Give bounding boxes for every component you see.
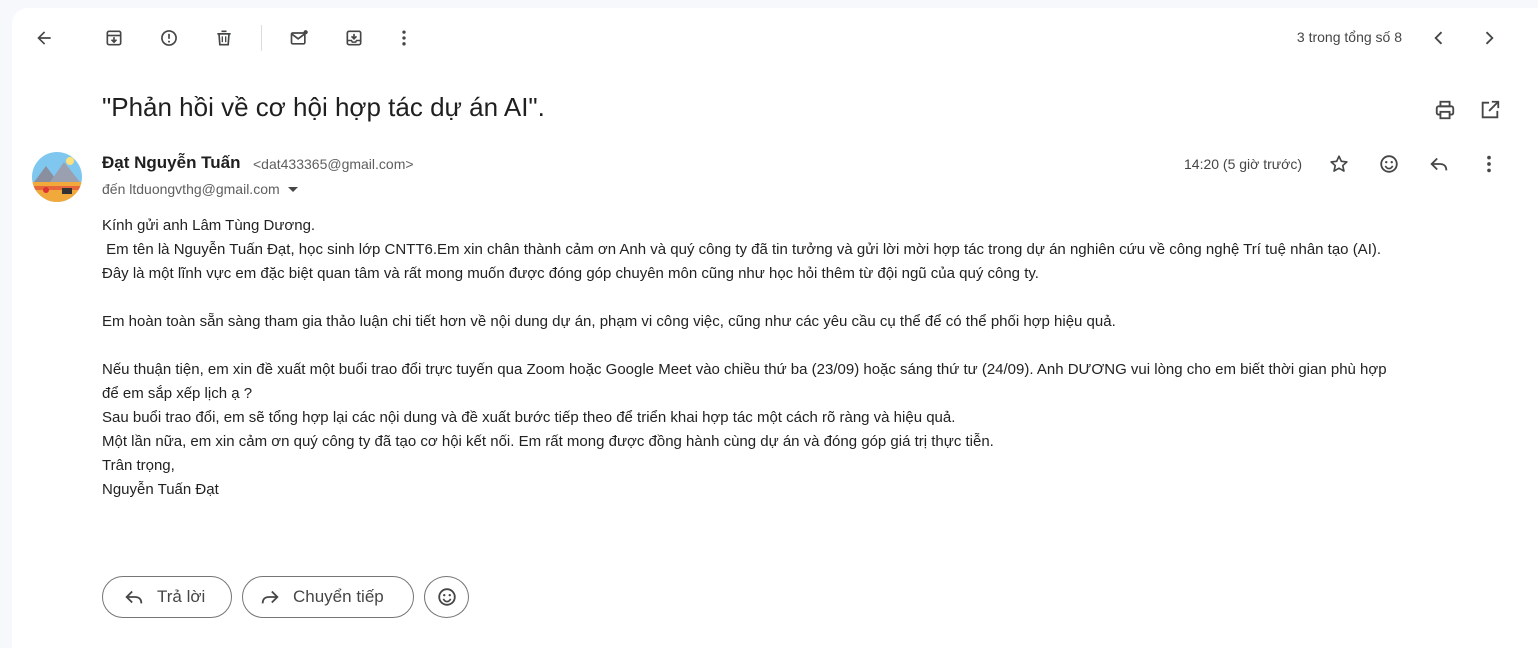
delete-button[interactable] xyxy=(204,18,244,58)
body-greeting: Kính gửi anh Lâm Tùng Dương. xyxy=(102,217,316,234)
arrow-left-icon xyxy=(37,31,51,45)
message-toolbar: 3 trong tổng số 8 xyxy=(12,8,1538,66)
add-reaction-button[interactable] xyxy=(1369,144,1409,184)
recipient-text: đến ltduongvthg@gmail.com xyxy=(102,181,280,197)
pager-count: 3 trong tổng số 8 xyxy=(1296,29,1402,45)
body-paragraph-3a: Nếu thuận tiện, em xin đề xuất một buổi … xyxy=(102,361,1387,378)
print-icon xyxy=(1435,100,1455,120)
message-time: 14:20 (5 giờ trước) xyxy=(1184,156,1302,172)
chevron-left-icon xyxy=(1434,31,1443,45)
forward-label: Chuyển tiếp xyxy=(293,587,384,606)
email-body: Kính gửi anh Lâm Tùng Dương. Em tên là N… xyxy=(102,214,1502,502)
report-spam-icon xyxy=(161,30,177,46)
chevron-right-icon xyxy=(1485,31,1494,45)
message-view: 3 trong tổng số 8 "Phản hồi về cơ hội hợ… xyxy=(12,8,1538,648)
body-paragraph-1b: Đây là một lĩnh vực em đặc biệt quan tâm… xyxy=(102,265,1039,282)
message-more-button[interactable] xyxy=(1469,144,1509,184)
body-signature: Nguyễn Tuấn Đạt xyxy=(102,481,219,498)
body-paragraph-1a: Em tên là Nguyễn Tuấn Đạt, học sinh lớp … xyxy=(102,241,1382,258)
report-spam-button[interactable] xyxy=(149,18,189,58)
reply-icon-button[interactable] xyxy=(1419,144,1459,184)
archive-icon xyxy=(106,30,122,46)
newer-button[interactable] xyxy=(1419,18,1459,58)
archive-button[interactable] xyxy=(94,18,134,58)
sender-avatar[interactable] xyxy=(32,152,82,202)
mark-unread-button[interactable] xyxy=(279,18,319,58)
body-paragraph-5: Một lần nữa, em xin cảm ơn quý công ty đ… xyxy=(102,433,994,450)
reply-button[interactable]: Trả lời xyxy=(102,576,232,618)
emoji-icon xyxy=(1380,155,1398,173)
forward-icon xyxy=(261,590,279,604)
star-icon xyxy=(1330,155,1348,172)
reply-icon xyxy=(125,590,143,604)
open-in-new-icon xyxy=(1481,100,1500,119)
emoji-react-button[interactable] xyxy=(424,576,469,618)
reply-label: Trả lời xyxy=(157,587,206,606)
sender-email: <dat433365@gmail.com> xyxy=(253,156,414,172)
print-button[interactable] xyxy=(1425,90,1465,130)
more-vert-icon xyxy=(1487,155,1491,173)
trash-icon xyxy=(217,30,231,46)
emoji-icon xyxy=(437,588,456,606)
move-to-button[interactable] xyxy=(334,18,374,58)
avatar-image-icon xyxy=(32,152,82,202)
email-subject: "Phản hồi về cơ hội hợp tác dự án AI". xyxy=(102,92,545,122)
body-paragraph-3b: để em sắp xếp lịch ạ ? xyxy=(102,385,253,402)
mark-unread-icon xyxy=(290,30,308,45)
more-vert-icon xyxy=(402,30,406,46)
move-to-icon xyxy=(346,30,362,46)
sender-name: Đạt Nguyễn Tuấn xyxy=(102,153,241,172)
body-closing: Trân trọng, xyxy=(102,457,175,474)
recipient-line[interactable]: đến ltduongvthg@gmail.com xyxy=(102,181,298,197)
body-paragraph-4: Sau buổi trao đổi, em sẽ tổng hợp lại cá… xyxy=(102,409,956,426)
reply-icon xyxy=(1430,157,1448,171)
more-options-button[interactable] xyxy=(384,18,424,58)
toolbar-divider xyxy=(261,25,262,51)
star-button[interactable] xyxy=(1319,144,1359,184)
back-button[interactable] xyxy=(24,18,64,58)
older-button[interactable] xyxy=(1469,18,1509,58)
open-new-window-button[interactable] xyxy=(1470,90,1510,130)
forward-button[interactable]: Chuyển tiếp xyxy=(242,576,414,618)
caret-down-icon[interactable] xyxy=(287,186,298,192)
body-paragraph-2: Em hoàn toàn sẵn sàng tham gia thảo luận… xyxy=(102,313,1116,330)
